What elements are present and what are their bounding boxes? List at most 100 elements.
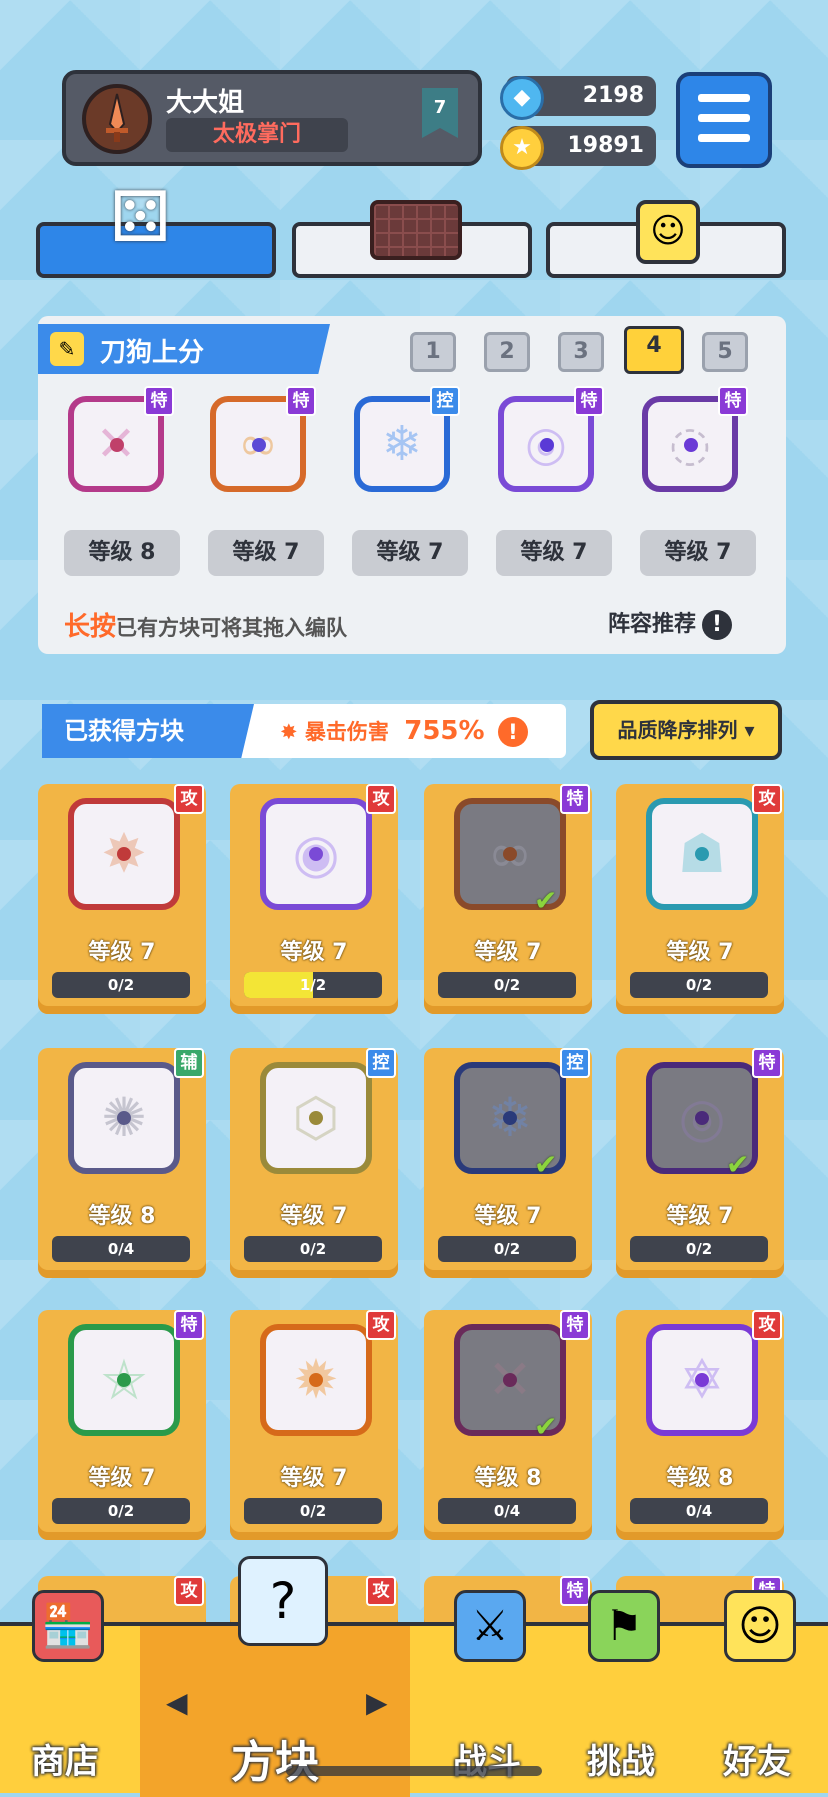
player-profile[interactable]: 大大姐 太极掌门 7 bbox=[62, 70, 482, 166]
lineup-slot-1[interactable]: ✕ 特 bbox=[58, 382, 176, 500]
deck-tab-3[interactable]: 3 bbox=[558, 332, 604, 372]
nav-friends[interactable]: ☺ 好友 bbox=[692, 1590, 822, 1797]
next-arrow-icon[interactable]: ▶ bbox=[366, 1686, 388, 1719]
lineup-slot-4[interactable]: ◎ 特 bbox=[488, 382, 606, 500]
type-tag: 特 bbox=[560, 784, 590, 814]
block-core bbox=[503, 1373, 517, 1387]
block-frame: ✺ bbox=[68, 1062, 180, 1174]
type-tag: 攻 bbox=[174, 784, 204, 814]
sort-dropdown[interactable]: 品质降序排列 ▾ bbox=[590, 700, 782, 760]
type-tag: 特 bbox=[718, 386, 748, 416]
sword-icon bbox=[106, 93, 128, 142]
card-level: 等级 7 bbox=[474, 1204, 542, 1229]
slot-level-5: 等级 7 bbox=[640, 530, 756, 576]
player-name: 大大姐 bbox=[166, 88, 245, 118]
type-tag: 攻 bbox=[752, 1310, 782, 1340]
tab-board[interactable] bbox=[292, 200, 532, 278]
deck-tab-2[interactable]: 2 bbox=[484, 332, 530, 372]
nav-shop[interactable]: 🏪 商店 bbox=[0, 1590, 130, 1797]
block-core bbox=[695, 1373, 709, 1387]
block-card[interactable]: ☗攻等级 7 0/2 bbox=[616, 784, 784, 1014]
upgrade-progress-bar: 0/2 bbox=[438, 972, 576, 998]
type-tag: 攻 bbox=[366, 1576, 396, 1606]
crit-info-icon[interactable]: ! bbox=[497, 717, 528, 747]
block-core bbox=[117, 1373, 131, 1387]
type-tag: 攻 bbox=[366, 784, 396, 814]
dice-icon: ⚄ bbox=[110, 176, 171, 258]
lineup-slot-2[interactable]: ∞ 特 bbox=[200, 382, 318, 500]
slot-level-2: 等级 7 bbox=[208, 530, 324, 576]
upgrade-progress-bar: 0/2 bbox=[244, 1236, 382, 1262]
block-core bbox=[695, 1111, 709, 1125]
deck-title-bar[interactable]: ✎ 刀狗上分 bbox=[38, 324, 330, 374]
prev-arrow-icon[interactable]: ◀ bbox=[166, 1686, 188, 1719]
type-tag: 控 bbox=[560, 1048, 590, 1078]
nav-challenge[interactable]: ⚑ 挑战 bbox=[556, 1590, 686, 1797]
progress-text: 0/4 bbox=[107, 1240, 135, 1258]
card-level: 等级 7 bbox=[280, 940, 348, 965]
card-level: 等级 8 bbox=[474, 1466, 542, 1491]
block-core bbox=[503, 1111, 517, 1125]
block-core bbox=[684, 438, 698, 452]
block-card[interactable]: ∞特✔等级 70/2 bbox=[424, 784, 592, 1014]
coin-icon: ★ bbox=[500, 126, 544, 170]
lineup-panel: ✎ 刀狗上分 1 2 3 4 5 ✕ 特 ∞ 特 ❄ 控 ◎ 特 ◌ 特 等级 … bbox=[38, 316, 786, 654]
slot-level-3: 等级 7 bbox=[352, 530, 468, 576]
card-level: 等级 7 bbox=[474, 940, 542, 965]
info-icon: ! bbox=[702, 610, 733, 640]
mystery-block-icon: ? bbox=[238, 1556, 328, 1646]
block-card[interactable]: ◎特✔等级 70/2 bbox=[616, 1048, 784, 1278]
progress-text: 0/2 bbox=[107, 1502, 135, 1520]
deck-name: 刀狗上分 bbox=[100, 338, 205, 368]
tab-emote[interactable]: ☺ bbox=[546, 200, 786, 278]
block-card[interactable]: ◉攻等级 7 1/2 bbox=[230, 784, 398, 1014]
type-tag: 辅 bbox=[174, 1048, 204, 1078]
block-core bbox=[117, 847, 131, 861]
block-frame: ✡ bbox=[646, 1324, 758, 1436]
upgrade-progress-bar: 0/2 bbox=[52, 972, 190, 998]
recommend-button[interactable]: 阵容推荐! bbox=[608, 606, 733, 640]
deck-tab-1[interactable]: 1 bbox=[410, 332, 456, 372]
edit-pencil-icon[interactable]: ✎ bbox=[50, 332, 84, 366]
signpost-icon: ⚑ bbox=[588, 1590, 660, 1662]
block-card[interactable]: ✕特✔等级 80/4 bbox=[424, 1310, 592, 1540]
card-level: 等级 7 bbox=[280, 1466, 348, 1491]
block-core bbox=[695, 847, 709, 861]
avatar[interactable] bbox=[82, 84, 152, 154]
deck-tab-5[interactable]: 5 bbox=[702, 332, 748, 372]
deck-tab-4[interactable]: 4 bbox=[624, 326, 684, 374]
type-tag: 攻 bbox=[366, 1310, 396, 1340]
lineup-slot-5[interactable]: ◌ 特 bbox=[632, 382, 750, 500]
block-card[interactable]: ✺辅等级 8 0/4 bbox=[38, 1048, 206, 1278]
progress-text: 0/2 bbox=[107, 976, 135, 994]
type-tag: 攻 bbox=[174, 1576, 204, 1606]
upgrade-progress-bar: 0/2 bbox=[52, 1498, 190, 1524]
block-frame: ◉ bbox=[260, 798, 372, 910]
block-card[interactable]: ⛤特等级 7 0/2 bbox=[38, 1310, 206, 1540]
block-core bbox=[117, 1111, 131, 1125]
smiley-icon: ☺ bbox=[636, 200, 700, 264]
upgrade-progress-bar: 0/4 bbox=[630, 1498, 768, 1524]
block-card[interactable]: ✡攻等级 8 0/4 bbox=[616, 1310, 784, 1540]
block-core bbox=[252, 438, 266, 452]
block-card[interactable]: ✹攻等级 7 0/2 bbox=[230, 1310, 398, 1540]
card-level: 等级 8 bbox=[88, 1204, 156, 1229]
drag-hint: 长按已有方块可将其拖入编队 bbox=[64, 606, 347, 643]
block-card[interactable]: ❄控✔等级 70/2 bbox=[424, 1048, 592, 1278]
card-level: 等级 7 bbox=[88, 1466, 156, 1491]
menu-button[interactable] bbox=[676, 72, 772, 168]
progress-text: 0/2 bbox=[685, 976, 713, 994]
block-card[interactable]: ⬡控等级 7 0/2 bbox=[230, 1048, 398, 1278]
card-level: 等级 7 bbox=[88, 940, 156, 965]
home-indicator bbox=[286, 1766, 542, 1776]
progress-text: 0/2 bbox=[685, 1240, 713, 1258]
progress-text: 0/4 bbox=[685, 1502, 713, 1520]
slot-level-4: 等级 7 bbox=[496, 530, 612, 576]
progress-text: 0/2 bbox=[299, 1240, 327, 1258]
equipped-check-icon: ✔ bbox=[534, 1148, 558, 1181]
tab-dice[interactable]: ⚄ bbox=[36, 182, 276, 278]
lineup-slot-3[interactable]: ❄ 控 bbox=[344, 382, 462, 500]
crit-damage[interactable]: ✸ 暴击伤害 755% ! bbox=[280, 712, 528, 751]
hint-text: 已有方块可将其拖入编队 bbox=[116, 616, 348, 640]
block-card[interactable]: ✸攻等级 7 0/2 bbox=[38, 784, 206, 1014]
